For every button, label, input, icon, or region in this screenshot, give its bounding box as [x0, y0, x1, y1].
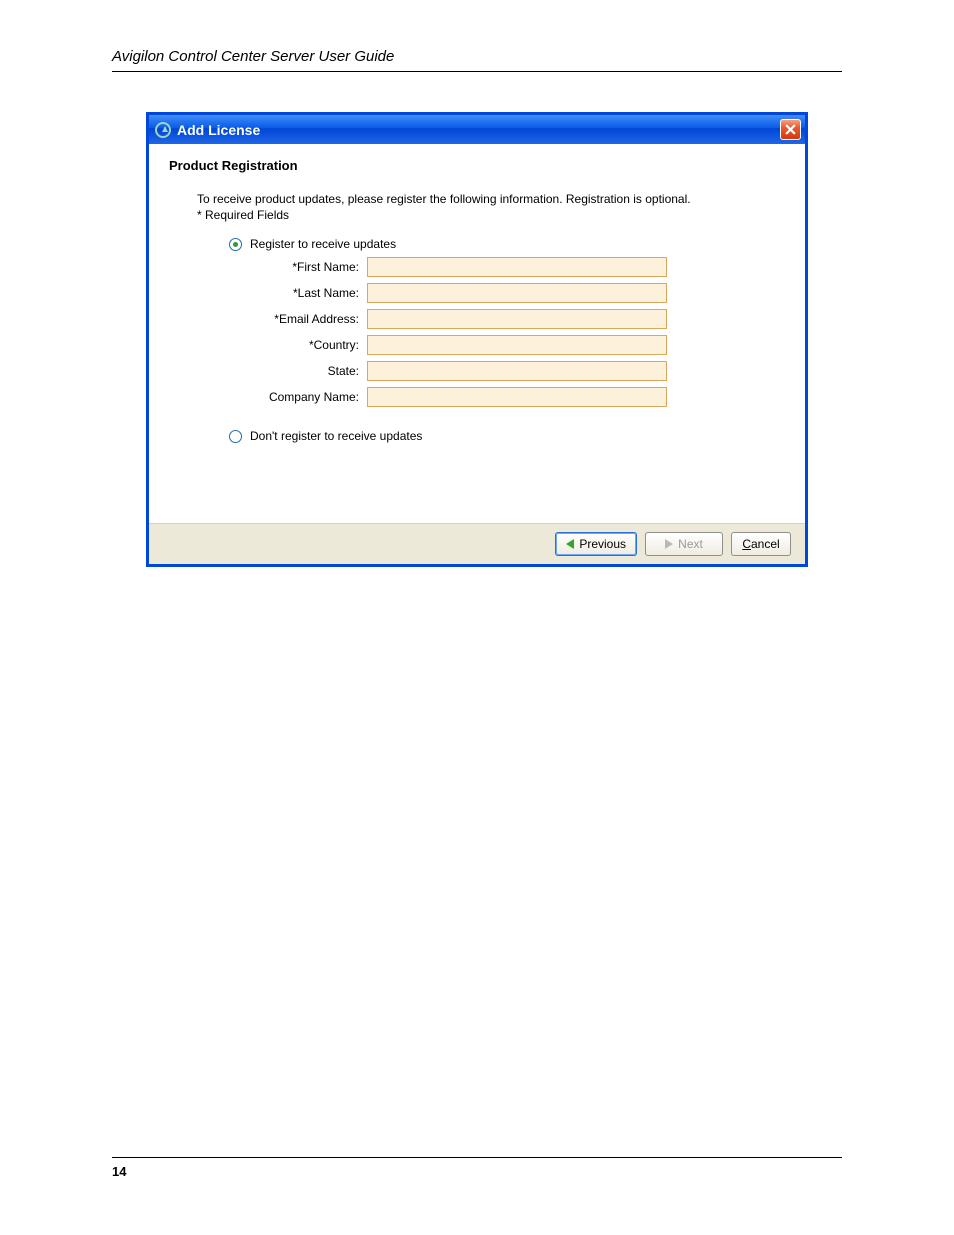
arrow-right-icon	[665, 539, 673, 549]
previous-label: Previous	[579, 537, 626, 551]
input-first-name[interactable]	[367, 257, 667, 277]
input-company[interactable]	[367, 387, 667, 407]
previous-button[interactable]: Previous	[555, 532, 637, 556]
page-footer: 14	[112, 1157, 842, 1179]
row-first-name: *First Name:	[197, 257, 785, 277]
row-last-name: *Last Name:	[197, 283, 785, 303]
dialog-footer: Previous Next Cancel	[149, 523, 805, 564]
close-button[interactable]	[780, 119, 801, 140]
row-state: State:	[197, 361, 785, 381]
section-title: Product Registration	[169, 158, 785, 173]
row-email: *Email Address:	[197, 309, 785, 329]
input-state[interactable]	[367, 361, 667, 381]
input-email[interactable]	[367, 309, 667, 329]
row-country: *Country:	[197, 335, 785, 355]
radio-noregister-label: Don't register to receive updates	[250, 429, 422, 443]
intro-line1: To receive product updates, please regis…	[197, 192, 691, 206]
radio-register[interactable]	[229, 238, 242, 251]
cancel-button[interactable]: Cancel	[731, 532, 791, 556]
arrow-left-icon	[566, 539, 574, 549]
input-last-name[interactable]	[367, 283, 667, 303]
radio-noregister[interactable]	[229, 430, 242, 443]
cancel-label: Cancel	[742, 537, 779, 551]
add-license-dialog: Add License Product Registration To rece…	[146, 112, 808, 567]
page-number: 14	[112, 1164, 126, 1179]
app-icon	[155, 122, 171, 138]
label-state: State:	[197, 364, 367, 378]
row-company: Company Name:	[197, 387, 785, 407]
label-email: *Email Address:	[197, 312, 367, 326]
label-country: *Country:	[197, 338, 367, 352]
radio-register-row[interactable]: Register to receive updates	[229, 237, 785, 251]
label-last-name: *Last Name:	[197, 286, 367, 300]
label-first-name: *First Name:	[197, 260, 367, 274]
document-header: Avigilon Control Center Server User Guid…	[112, 48, 842, 72]
radio-register-label: Register to receive updates	[250, 237, 396, 251]
dialog-content: Product Registration To receive product …	[149, 144, 805, 523]
radio-noregister-row[interactable]: Don't register to receive updates	[229, 429, 785, 443]
next-label: Next	[678, 537, 703, 551]
next-button[interactable]: Next	[645, 532, 723, 556]
intro-text: To receive product updates, please regis…	[197, 191, 785, 223]
label-company: Company Name:	[197, 390, 367, 404]
registration-form: *First Name: *Last Name: *Email Address:…	[197, 257, 785, 407]
dialog-title: Add License	[177, 122, 260, 138]
input-country[interactable]	[367, 335, 667, 355]
intro-line2: * Required Fields	[197, 208, 289, 222]
titlebar: Add License	[149, 115, 805, 144]
close-icon	[785, 124, 796, 135]
